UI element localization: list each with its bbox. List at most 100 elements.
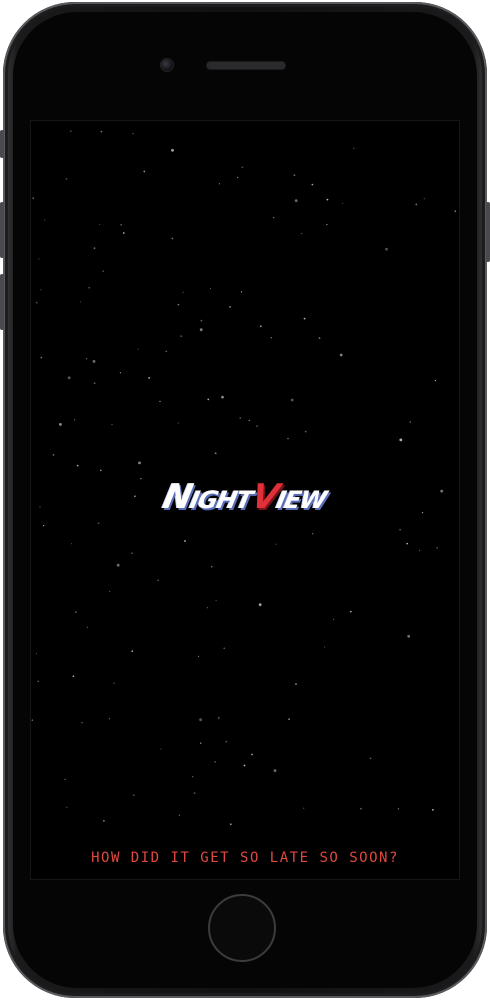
- star: [434, 380, 436, 382]
- star: [76, 464, 79, 467]
- star: [275, 543, 277, 545]
- star: [256, 425, 258, 427]
- star: [31, 719, 33, 721]
- star: [218, 183, 220, 185]
- star: [131, 650, 134, 652]
- star: [92, 360, 96, 363]
- star: [35, 652, 38, 655]
- star: [197, 655, 200, 658]
- star: [165, 350, 167, 352]
- star: [160, 748, 162, 750]
- star: [113, 682, 115, 684]
- star: [180, 335, 183, 337]
- star: [97, 522, 100, 525]
- logo-iew: IEW: [273, 486, 329, 514]
- star: [177, 303, 180, 306]
- star: [32, 197, 34, 199]
- star: [215, 599, 217, 601]
- star: [407, 634, 411, 638]
- app-logo: NIGHTVIEW: [31, 477, 459, 517]
- star: [293, 174, 296, 176]
- star: [409, 421, 411, 423]
- star: [237, 176, 239, 179]
- star: [199, 718, 203, 722]
- front-camera-icon: [160, 58, 174, 72]
- star: [43, 525, 45, 527]
- star: [301, 232, 303, 235]
- star: [324, 646, 326, 648]
- star: [192, 776, 194, 778]
- star: [138, 461, 141, 465]
- power-button: [486, 202, 490, 262]
- star: [111, 423, 113, 426]
- star: [64, 778, 66, 781]
- star: [207, 398, 210, 401]
- star: [108, 718, 110, 720]
- star: [143, 170, 146, 173]
- star: [258, 603, 262, 607]
- star: [122, 232, 125, 234]
- star: [88, 286, 91, 289]
- star: [318, 337, 321, 339]
- star: [120, 224, 122, 226]
- star: [93, 247, 96, 250]
- star: [99, 469, 102, 472]
- star: [217, 717, 220, 719]
- star: [177, 422, 179, 424]
- star: [326, 223, 328, 226]
- app-screen[interactable]: NIGHTVIEW HOW DID IT GET SO LATE SO SOON…: [30, 120, 460, 880]
- star: [184, 540, 186, 542]
- star: [59, 423, 62, 426]
- star: [182, 291, 184, 293]
- home-button-icon[interactable]: [208, 894, 276, 962]
- star: [72, 675, 75, 678]
- star: [103, 820, 105, 822]
- mute-switch: [0, 130, 4, 158]
- star: [93, 382, 96, 385]
- star: [229, 306, 231, 308]
- star: [137, 348, 139, 350]
- star: [339, 353, 343, 357]
- logo-night-rest: IGHT: [187, 486, 255, 514]
- star: [74, 611, 77, 613]
- star: [415, 203, 418, 206]
- star: [221, 395, 224, 399]
- star: [312, 533, 314, 535]
- star: [40, 356, 43, 359]
- star: [133, 794, 135, 796]
- star: [38, 258, 40, 260]
- star: [239, 417, 241, 419]
- star: [270, 337, 272, 339]
- star: [304, 430, 307, 433]
- star: [303, 807, 305, 809]
- star: [385, 247, 388, 251]
- star: [418, 549, 421, 551]
- volume-up-button: [0, 202, 4, 258]
- star: [193, 792, 196, 795]
- star: [303, 317, 306, 320]
- star: [52, 454, 55, 456]
- star: [159, 400, 161, 402]
- star: [326, 198, 329, 201]
- star: [69, 130, 72, 132]
- star: [157, 579, 159, 581]
- star: [342, 202, 344, 204]
- star: [66, 806, 68, 808]
- star: [259, 325, 262, 328]
- star: [209, 287, 212, 289]
- star: [40, 289, 42, 291]
- star: [311, 183, 314, 186]
- star: [273, 769, 277, 772]
- star: [99, 223, 101, 226]
- star: [171, 148, 174, 152]
- star: [199, 328, 203, 332]
- star: [241, 291, 243, 293]
- star: [432, 809, 434, 811]
- star: [67, 376, 71, 380]
- star: [200, 319, 203, 322]
- star: [116, 563, 120, 567]
- star: [243, 764, 246, 767]
- star: [81, 722, 83, 724]
- tagline-text: HOW DID IT GET SO LATE SO SOON?: [91, 850, 399, 866]
- star: [37, 680, 39, 682]
